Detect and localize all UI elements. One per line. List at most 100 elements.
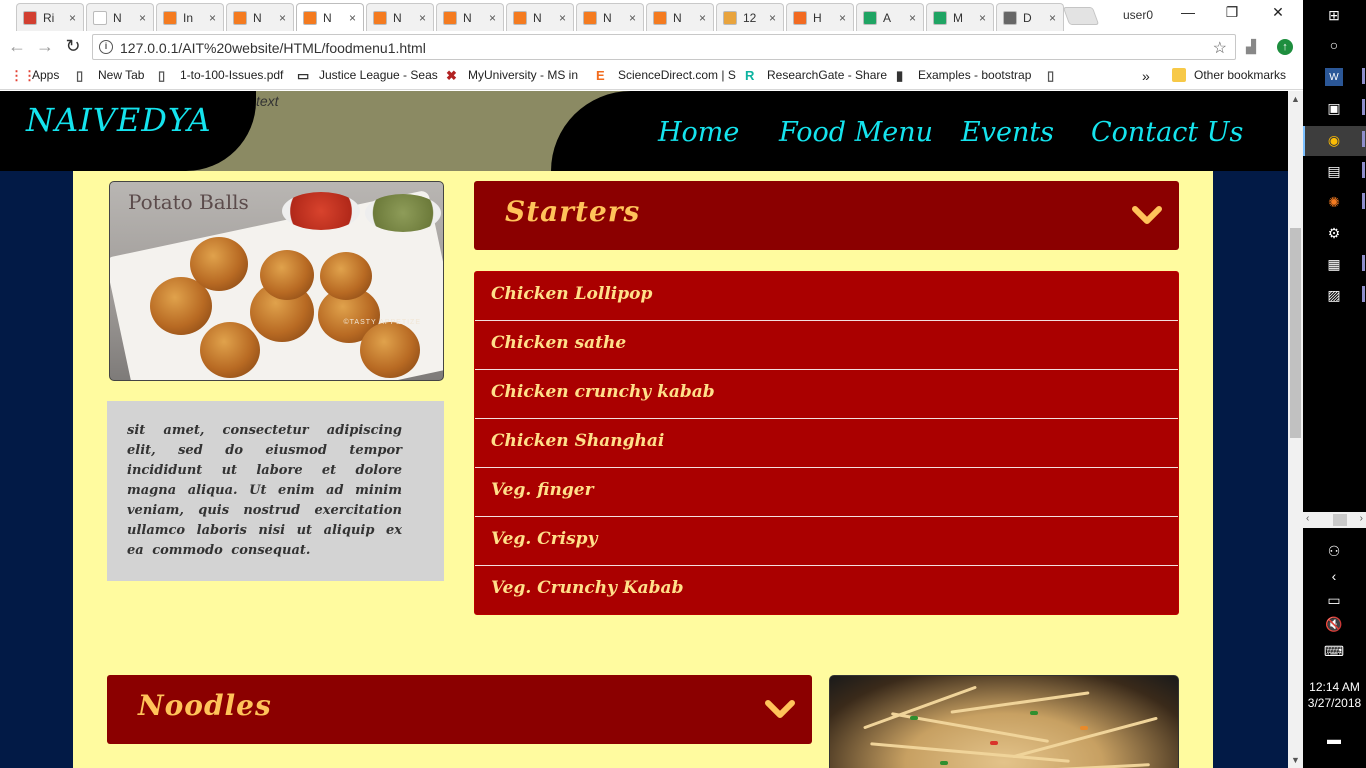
- close-window-icon[interactable]: ✕: [1266, 4, 1290, 21]
- system-clock[interactable]: 12:14 AM 3/27/2018: [1303, 679, 1366, 711]
- scroll-right-icon[interactable]: ›: [1360, 513, 1363, 524]
- notepad-icon[interactable]: ▤: [1325, 162, 1343, 180]
- tab-close-icon[interactable]: ×: [629, 11, 636, 25]
- bookmark-item[interactable]: ▮ Examples - bootstrap: [896, 68, 1031, 83]
- tab-close-icon[interactable]: ×: [559, 11, 566, 25]
- tab-close-icon[interactable]: ×: [139, 11, 146, 25]
- nav-home[interactable]: Home: [658, 117, 739, 148]
- info-icon[interactable]: i: [99, 40, 113, 54]
- tab-close-icon[interactable]: ×: [979, 11, 986, 25]
- bookmark-star-icon[interactable]: ☆: [1213, 38, 1227, 58]
- nav-contact-us[interactable]: Contact Us: [1091, 117, 1243, 148]
- tab-close-icon[interactable]: ×: [699, 11, 706, 25]
- menu-item[interactable]: Veg. finger: [475, 468, 1178, 517]
- reload-icon[interactable]: ↻: [62, 36, 84, 57]
- menu-item[interactable]: Chicken crunchy kabab: [475, 370, 1178, 419]
- taskbar-scroll-thumb[interactable]: [1333, 514, 1347, 526]
- restore-window-icon[interactable]: ❐: [1220, 4, 1244, 21]
- menu-item[interactable]: Chicken sathe: [475, 321, 1178, 370]
- menu-item[interactable]: Veg. Crispy: [475, 517, 1178, 566]
- bookmark-item[interactable]: ✖ MyUniversity - MS in: [446, 68, 578, 83]
- bookmark-item[interactable]: E ScienceDirect.com | S: [596, 68, 736, 83]
- bookmark-item[interactable]: ▯ New Tab: [76, 68, 144, 83]
- browser-tab[interactable]: N ×: [366, 3, 434, 31]
- tab-close-icon[interactable]: ×: [489, 11, 496, 25]
- page-scrollbar[interactable]: ▲ ▼: [1288, 91, 1303, 768]
- word-icon[interactable]: W: [1325, 68, 1343, 86]
- scroll-left-icon[interactable]: ‹: [1306, 513, 1309, 524]
- menu-item[interactable]: Chicken Lollipop: [475, 272, 1178, 321]
- browser-tab[interactable]: N ×: [576, 3, 644, 31]
- chrome-icon[interactable]: ◉: [1325, 131, 1343, 149]
- tab-close-icon[interactable]: ×: [419, 11, 426, 25]
- window-icon[interactable]: ▣: [1325, 99, 1343, 117]
- browser-tab[interactable]: N ×: [506, 3, 574, 31]
- browser-tab[interactable]: N ×: [436, 3, 504, 31]
- windows-start-icon[interactable]: ⊞: [1325, 6, 1343, 24]
- tab-label: N: [673, 10, 682, 25]
- browser-tab[interactable]: M ×: [926, 3, 994, 31]
- browser-tab[interactable]: N ×: [296, 3, 364, 31]
- taskbar-scrollbar[interactable]: ‹ ›: [1303, 512, 1366, 528]
- noodles-section-header[interactable]: Noodles: [107, 675, 812, 744]
- browser-tab[interactable]: H ×: [786, 3, 854, 31]
- chevron-down-icon[interactable]: [764, 695, 796, 723]
- chevron-down-icon[interactable]: [1131, 201, 1163, 229]
- notifications-icon[interactable]: ▬: [1325, 730, 1343, 748]
- browser-tab[interactable]: Ri ×: [16, 3, 84, 31]
- bookmark-item[interactable]: ▯: [1047, 68, 1069, 83]
- site-logo[interactable]: NAIVEDYA: [26, 101, 212, 139]
- tab-close-icon[interactable]: ×: [69, 11, 76, 25]
- other-bookmarks[interactable]: Other bookmarks: [1172, 68, 1286, 82]
- tab-close-icon[interactable]: ×: [279, 11, 286, 25]
- tab-favicon-icon: [723, 10, 737, 25]
- keyboard-icon[interactable]: ⌨: [1324, 642, 1344, 660]
- nav-food-menu[interactable]: Food Menu: [779, 117, 933, 148]
- card-icon[interactable]: ▦: [1325, 255, 1343, 273]
- battery-icon[interactable]: ▭: [1325, 591, 1343, 609]
- new-tab-button[interactable]: [1062, 7, 1100, 25]
- extension-chart-icon[interactable]: ▟: [1246, 39, 1264, 55]
- photos-icon[interactable]: ▨: [1325, 286, 1343, 304]
- tab-close-icon[interactable]: ×: [209, 11, 216, 25]
- browser-tab[interactable]: N ×: [86, 3, 154, 31]
- browser-tab[interactable]: A ×: [856, 3, 924, 31]
- menu-item[interactable]: Veg. Crunchy Kabab: [475, 566, 1178, 614]
- tab-close-icon[interactable]: ×: [909, 11, 916, 25]
- profile-user-label[interactable]: user0: [1123, 8, 1153, 22]
- cortana-icon[interactable]: ○: [1325, 36, 1343, 54]
- volume-muted-icon[interactable]: 🔇: [1325, 615, 1343, 633]
- xampp-icon[interactable]: ✺: [1325, 193, 1343, 211]
- scrollbar-thumb[interactable]: [1290, 228, 1301, 438]
- tab-label: D: [1023, 10, 1032, 25]
- nav-events[interactable]: Events: [961, 117, 1054, 148]
- bookmark-item[interactable]: ⋮⋮ Apps: [10, 68, 59, 83]
- address-bar[interactable]: i 127.0.0.1/AIT%20website/HTML/foodmenu1…: [92, 34, 1236, 60]
- menu-item[interactable]: Chicken Shanghai: [475, 419, 1178, 468]
- more-bookmarks-chevron-icon[interactable]: »: [1142, 68, 1150, 84]
- browser-tab[interactable]: D ×: [996, 3, 1064, 31]
- bookmark-item[interactable]: ▯ 1-to-100-Issues.pdf: [158, 68, 283, 83]
- browser-tab[interactable]: N ×: [646, 3, 714, 31]
- scroll-up-icon[interactable]: ▲: [1291, 94, 1300, 104]
- scroll-down-icon[interactable]: ▼: [1291, 755, 1300, 765]
- people-icon[interactable]: ⚇: [1325, 542, 1343, 560]
- bookmark-item[interactable]: R ResearchGate - Share: [745, 68, 887, 83]
- settings-gear-icon[interactable]: ⚙: [1325, 224, 1343, 242]
- back-icon[interactable]: ←: [6, 36, 28, 57]
- tab-close-icon[interactable]: ×: [769, 11, 776, 25]
- url-text[interactable]: 127.0.0.1/AIT%20website/HTML/foodmenu1.h…: [120, 40, 426, 56]
- tab-close-icon[interactable]: ×: [839, 11, 846, 25]
- minimize-window-icon[interactable]: —: [1176, 4, 1200, 20]
- forward-icon[interactable]: →: [34, 36, 56, 57]
- browser-tab[interactable]: 12 ×: [716, 3, 784, 31]
- tab-close-icon[interactable]: ×: [349, 11, 356, 25]
- browser-tab[interactable]: N ×: [226, 3, 294, 31]
- starters-section-header[interactable]: Starters: [474, 181, 1179, 250]
- browser-tab[interactable]: In ×: [156, 3, 224, 31]
- tab-close-icon[interactable]: ×: [1049, 11, 1056, 25]
- extension-update-icon[interactable]: ↑: [1277, 39, 1293, 55]
- ketchup-bowl: [282, 192, 360, 230]
- chevron-left-icon[interactable]: ‹: [1325, 567, 1343, 585]
- bookmark-item[interactable]: ▭ Justice League - Seas: [297, 68, 438, 83]
